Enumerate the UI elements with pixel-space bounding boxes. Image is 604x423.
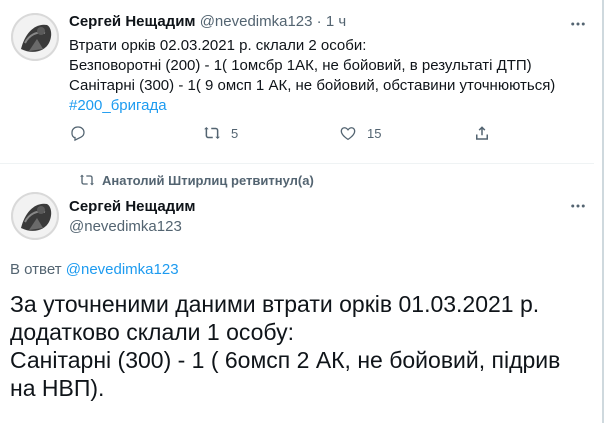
reply-icon [71, 126, 85, 142]
tweet-line: Санітарні (300) - 1( 9 омсп 1 АК, не бой… [69, 77, 556, 94]
reply-handle-link[interactable]: @nevedimka123 [66, 261, 179, 278]
share-icon [476, 126, 488, 140]
retweet-icon [80, 174, 94, 186]
tweet2-header: Сергей Нещадим @nevedimka123 [69, 197, 196, 237]
like-count: 15 [367, 125, 382, 141]
tweet1-header: Сергей Нещадим @nevedimka123 · 1 ч [69, 13, 346, 33]
share-button[interactable] [473, 123, 491, 143]
retweet-button[interactable]: 5 [203, 123, 238, 143]
tweet-line: Безповоротні (200) - 1( 1омсбр 1АК, не б… [69, 57, 532, 74]
tweet1-body: Втрати орків 02.03.2021 р. склали 2 особ… [69, 36, 594, 116]
separator-dot: · [316, 13, 322, 30]
author-handle[interactable]: @nevedimka123 [200, 13, 313, 30]
retweet-icon [204, 127, 220, 139]
avatar[interactable] [11, 13, 59, 61]
tweet-time[interactable]: 1 ч [326, 13, 346, 30]
tweet2-body: За уточненими даними втрати орків 01.03.… [10, 290, 595, 402]
author-handle[interactable]: @nevedimka123 [69, 217, 196, 237]
like-icon [340, 127, 356, 141]
retweet-banner-text[interactable]: Анатолий Штирлиц ретвитнул(а) [102, 173, 314, 188]
tweet-line: додатково склали 1 особу: [10, 319, 294, 345]
tweet-line: Втрати орків 02.03.2021 р. склали 2 особ… [69, 37, 367, 54]
more-icon[interactable] [566, 194, 590, 218]
retweet-count: 5 [231, 125, 239, 141]
hashtag-link[interactable]: #200_бригада [69, 96, 594, 116]
more-icon[interactable] [566, 12, 590, 36]
tweet-line: Санітарні (300) - 1 ( 6омсп 2 АК, не бой… [10, 347, 561, 373]
avatar-image [11, 192, 59, 240]
avatar-image [11, 13, 59, 61]
reply-context: В ответ @nevedimka123 [10, 260, 179, 280]
tweet1-actions: 5 15 [69, 123, 509, 143]
reply-button[interactable] [69, 123, 97, 143]
author-name[interactable]: Сергей Нещадим [69, 13, 196, 30]
tweet-line: За уточненими даними втрати орків 01.03.… [10, 291, 540, 317]
avatar[interactable] [11, 192, 59, 240]
reply-prefix: В ответ [10, 261, 62, 278]
tweet-line: на НВП). [10, 375, 105, 401]
tweet-divider [0, 163, 594, 164]
author-name[interactable]: Сергей Нещадим [69, 197, 196, 217]
retweet-banner[interactable]: Анатолий Штирлиц ретвитнул(а) [79, 172, 314, 188]
like-button[interactable]: 15 [339, 123, 381, 143]
